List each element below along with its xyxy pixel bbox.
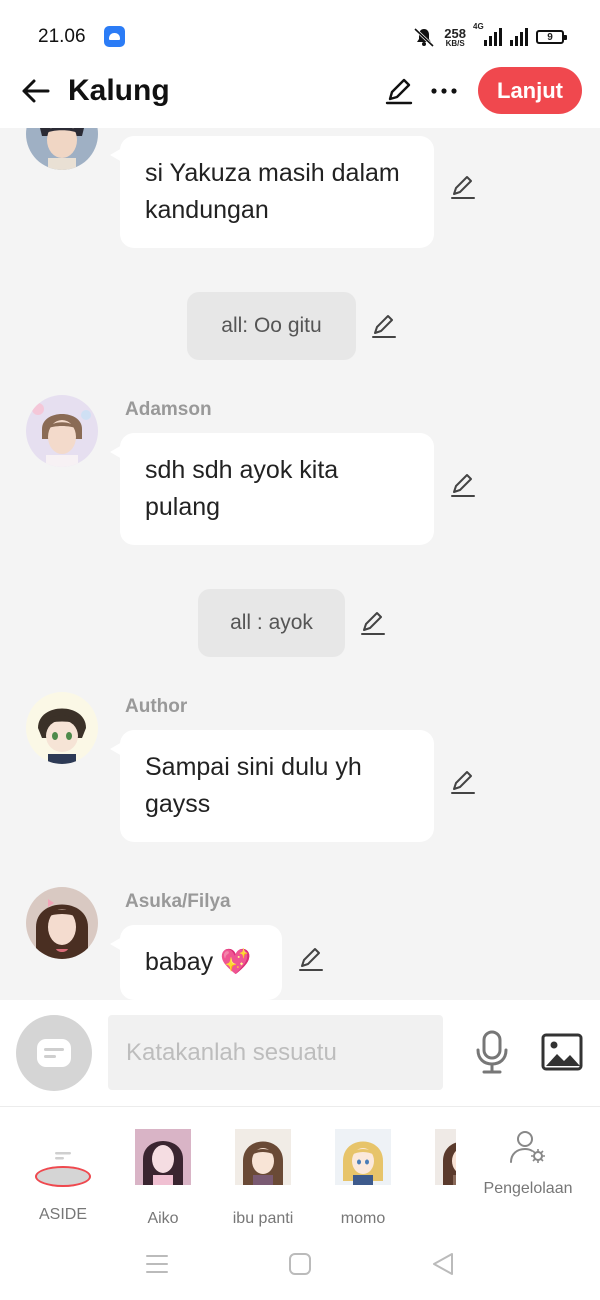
character-list[interactable]: ASIDE Aiko ibu panti momo N <box>0 1107 456 1227</box>
user-settings-icon <box>508 1131 548 1169</box>
character-label: ASIDE <box>38 1206 87 1223</box>
status-time: 21.06 <box>38 26 86 47</box>
message-input[interactable] <box>108 1015 443 1090</box>
edit-message-icon[interactable] <box>359 609 387 637</box>
character-avatar <box>335 1129 391 1189</box>
more-icon[interactable] <box>430 76 458 106</box>
character-label: N <box>413 1210 456 1227</box>
edit-message-icon[interactable] <box>370 312 398 340</box>
message-text: si Yakuza masih dalam kandungan <box>145 159 400 224</box>
chat-bubble[interactable]: si Yakuza masih dalam kandungan <box>110 136 434 248</box>
character-name: Adamson <box>125 399 212 420</box>
narration-text: all : ayok <box>230 611 313 634</box>
character-name: Author <box>125 696 188 717</box>
status-indicators: 258 KB/S 4G 9 <box>412 22 567 50</box>
narration-bubble[interactable]: all: Oo gitu <box>187 292 356 360</box>
microphone-icon[interactable] <box>472 1028 512 1076</box>
back-icon[interactable] <box>430 1251 456 1277</box>
character-name: Asuka/Filya <box>125 891 231 912</box>
avatar[interactable] <box>26 692 98 764</box>
character-label: momo <box>340 1210 386 1227</box>
character-item-ibu-panti[interactable]: ibu panti <box>213 1129 313 1227</box>
narration-text: all: Oo gitu <box>221 314 322 337</box>
status-bar: 21.06 258 KB/S 4G 9 <box>0 0 600 66</box>
battery-icon: 9 <box>536 30 567 44</box>
menu-icon[interactable] <box>144 1251 170 1277</box>
chat-bubble[interactable]: Sampai sini dulu yh gayss <box>110 730 434 842</box>
character-avatar <box>435 1129 456 1189</box>
chat-bubble[interactable]: babay 💖 <box>110 925 282 1000</box>
chat-bubble[interactable]: sdh sdh ayok kita pulang <box>110 433 434 545</box>
character-item-momo[interactable]: momo <box>313 1129 413 1227</box>
message-text: babay 💖 <box>145 948 252 976</box>
aside-icon <box>35 1145 91 1187</box>
message-text: sdh sdh ayok kita pulang <box>145 456 339 521</box>
avatar[interactable] <box>26 128 98 170</box>
home-icon[interactable] <box>287 1251 313 1277</box>
system-nav-bar <box>0 1227 600 1300</box>
character-selector: ASIDE Aiko ibu panti momo N <box>0 1107 600 1227</box>
app-notification-icon <box>104 26 125 47</box>
network-type: 4G <box>473 22 484 31</box>
edit-message-icon[interactable] <box>449 768 477 796</box>
edit-message-icon[interactable] <box>449 173 477 201</box>
signal-icon: 4G <box>473 22 502 46</box>
signal-icon <box>510 28 528 46</box>
character-item-n[interactable]: N <box>413 1129 456 1227</box>
battery-level: 9 <box>547 31 553 43</box>
narration-bubble[interactable]: all : ayok <box>198 589 345 657</box>
avatar[interactable] <box>26 887 98 959</box>
message-composer <box>0 1000 600 1107</box>
edit-message-icon[interactable] <box>449 471 477 499</box>
back-arrow-icon[interactable] <box>18 74 52 108</box>
character-label: Aiko <box>147 1210 179 1227</box>
chat-area[interactable]: si Yakuza masih dalam kandungan all: Oo … <box>0 128 600 1000</box>
character-avatar <box>235 1129 291 1189</box>
aside-toggle-button[interactable] <box>16 1015 92 1091</box>
mute-icon <box>412 26 436 48</box>
avatar[interactable] <box>26 395 98 467</box>
image-icon[interactable] <box>541 1033 583 1071</box>
manage-label: Pengelolaan <box>483 1180 573 1197</box>
manage-characters-button[interactable]: Pengelolaan <box>472 1129 584 1198</box>
next-button[interactable]: Lanjut <box>478 67 582 114</box>
network-speed-unit: KB/S <box>445 38 465 48</box>
network-speed: 258 KB/S <box>444 27 466 48</box>
character-item-aside[interactable]: ASIDE <box>13 1129 113 1224</box>
character-label: ibu panti <box>232 1210 294 1227</box>
page-title: Kalung <box>68 74 170 107</box>
top-app-bar: Kalung Lanjut <box>0 66 600 128</box>
network-speed-value: 258 <box>444 25 466 41</box>
character-item-aiko[interactable]: Aiko <box>113 1129 213 1227</box>
message-text: Sampai sini dulu yh gayss <box>145 753 362 818</box>
edit-message-icon[interactable] <box>297 945 325 973</box>
pencil-icon[interactable] <box>384 76 414 106</box>
character-avatar <box>135 1129 191 1189</box>
